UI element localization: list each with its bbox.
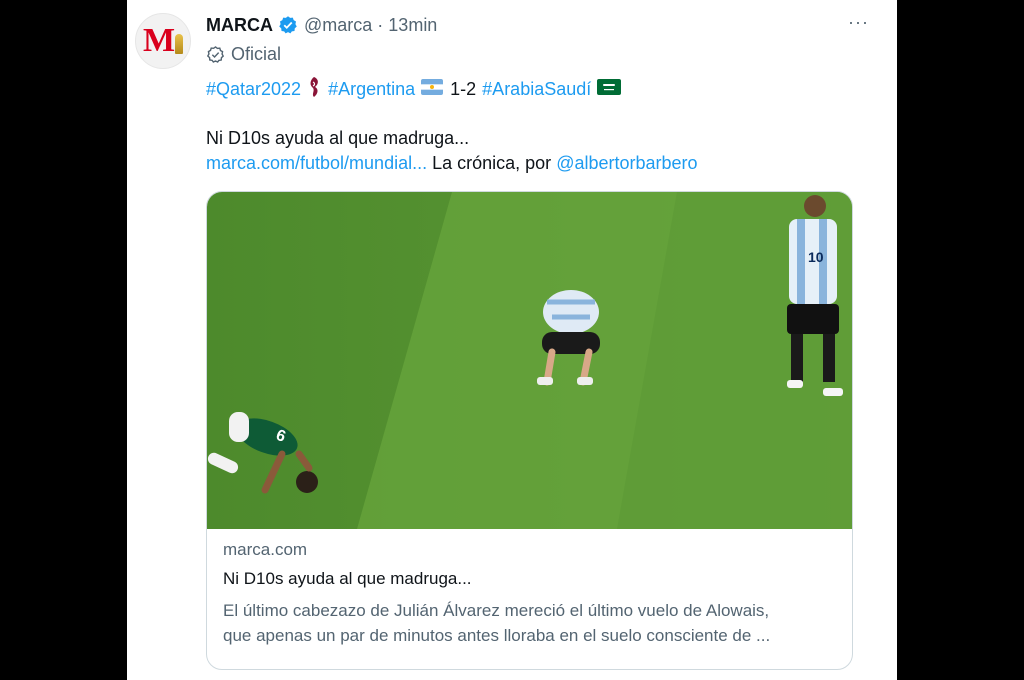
article-link[interactable]: marca.com/futbol/mundial... xyxy=(206,153,427,173)
tweet-link-line: marca.com/futbol/mundial... La crónica, … xyxy=(206,153,698,174)
argentina-flag-icon xyxy=(421,79,444,100)
trophy-icon xyxy=(175,34,184,54)
tweet-container: M MARCA @marca · 13min ··· Oficial #Qata… xyxy=(127,0,897,680)
verified-badge-icon xyxy=(279,16,297,34)
separator-dot: · xyxy=(377,14,384,35)
link-preview-card[interactable]: 6 10 marca.com Ni D10s ayuda al que madr… xyxy=(206,191,853,670)
official-label: Oficial xyxy=(206,44,281,65)
card-description-line-2: que apenas un par de minutos antes llora… xyxy=(223,626,771,645)
card-description: El último cabezazo de Julián Álvarez mer… xyxy=(223,598,836,648)
hashtag-argentina[interactable]: #Argentina xyxy=(328,79,415,100)
author-handle[interactable]: @marca xyxy=(304,15,372,36)
hashtag-arabia-saudi[interactable]: #ArabiaSaudí xyxy=(482,79,591,100)
avatar[interactable]: M xyxy=(135,13,191,69)
card-meta: marca.com Ni D10s ayuda al que madruga..… xyxy=(223,540,836,648)
tweet-header: MARCA @marca · 13min xyxy=(206,14,437,36)
author-mention-link[interactable]: @albertorbarbero xyxy=(556,153,697,173)
card-image[interactable]: 6 10 xyxy=(207,192,852,529)
svg-text:10: 10 xyxy=(808,249,824,265)
official-check-icon xyxy=(206,46,225,63)
official-text: Oficial xyxy=(231,44,282,64)
hashtag-qatar2022[interactable]: #Qatar2022 xyxy=(206,79,301,100)
tweet-text: Ni D10s ayuda al que madruga... xyxy=(206,128,470,148)
qatar-trophy-emoji-icon xyxy=(307,76,321,103)
cronica-text: La crónica, por xyxy=(432,153,552,173)
card-title: Ni D10s ayuda al que madruga... xyxy=(223,569,472,588)
author-name[interactable]: MARCA xyxy=(206,15,273,36)
tweet-hashtag-line: #Qatar2022 #Argentina 1-2 #ArabiaSaudí xyxy=(206,76,628,103)
more-options-icon[interactable]: ··· xyxy=(848,12,869,33)
match-score: 1-2 xyxy=(450,79,477,99)
tweet-timestamp[interactable]: 13min xyxy=(388,15,437,36)
card-domain: marca.com xyxy=(223,540,308,559)
saudi-flag-icon xyxy=(597,79,622,100)
avatar-logo: M xyxy=(142,22,175,59)
card-description-line-1: El último cabezazo de Julián Álvarez mer… xyxy=(223,601,770,620)
